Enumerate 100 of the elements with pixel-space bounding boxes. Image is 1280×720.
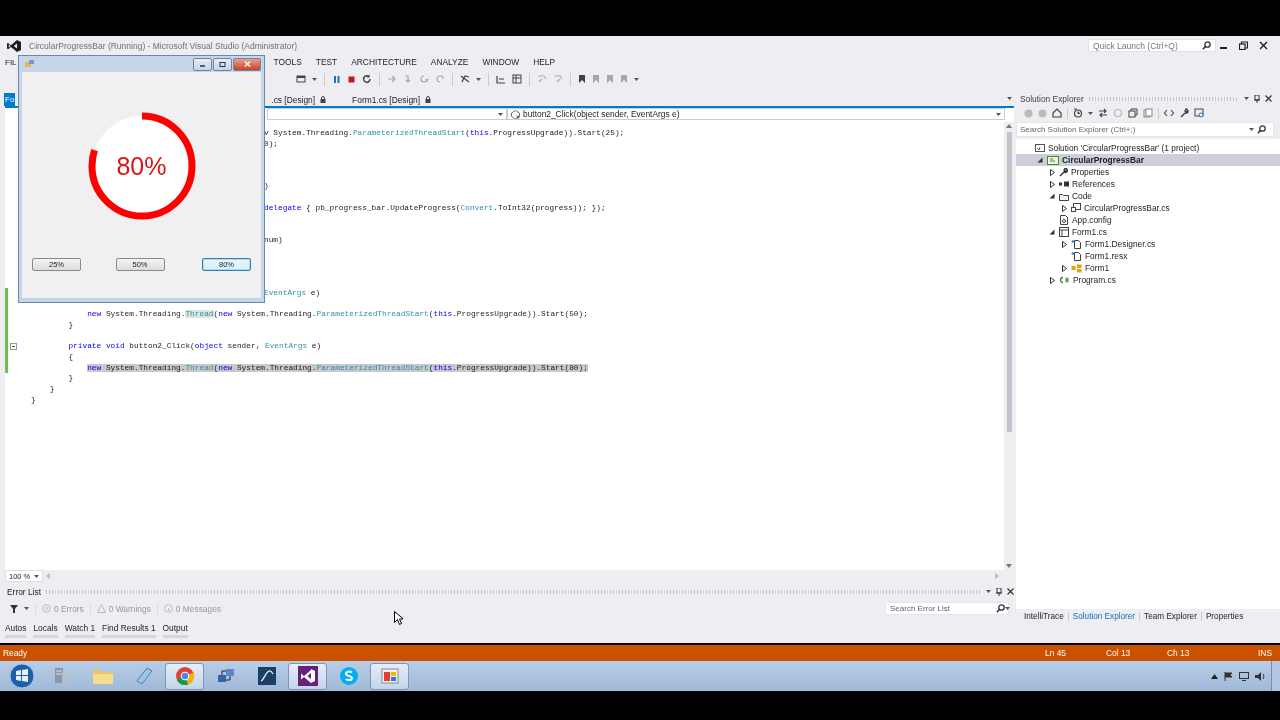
- collapse-arrow-icon[interactable]: [1049, 193, 1055, 199]
- tree-item[interactable]: Code: [1016, 190, 1280, 202]
- panel-tab[interactable]: Solution Explorer: [1067, 611, 1140, 621]
- info-icon: [163, 604, 173, 614]
- tree-item[interactable]: Program.cs: [1016, 274, 1280, 286]
- menu-item[interactable]: ARCHITECTURE: [351, 57, 417, 67]
- expand-arrow-icon[interactable]: [1049, 168, 1055, 176]
- class-icon: [1071, 263, 1082, 273]
- menu-item[interactable]: ANALYZE: [430, 57, 469, 67]
- quick-launch-field[interactable]: Quick Launch (Ctrl+Q): [1088, 39, 1216, 52]
- menu-item[interactable]: TEST: [315, 57, 338, 67]
- pause-icon[interactable]: [332, 74, 341, 84]
- files-icon[interactable]: [1143, 108, 1153, 118]
- stop-icon[interactable]: [347, 74, 356, 84]
- close-icon[interactable]: [1007, 588, 1014, 596]
- search-field[interactable]: Search Solution Explorer (Ctrl+;): [1016, 122, 1274, 137]
- filter-icon[interactable]: [10, 604, 18, 613]
- speaker-icon[interactable]: [1255, 671, 1265, 681]
- dropdown-caret-icon[interactable]: [34, 574, 40, 578]
- panel-menu-caret-icon[interactable]: [986, 590, 991, 594]
- panel-tab[interactable]: Properties: [1200, 611, 1248, 621]
- panel-menu-caret-icon[interactable]: [1244, 97, 1249, 100]
- folder-icon: [1059, 191, 1069, 201]
- expand-arrow-icon[interactable]: [1061, 240, 1067, 248]
- document-tab[interactable]: .cs [Design]: [265, 93, 333, 106]
- config-file-icon: [1059, 215, 1069, 225]
- dropdown-caret-icon[interactable]: [312, 77, 317, 81]
- method-icon: [511, 109, 520, 119]
- code-icon[interactable]: [1164, 108, 1174, 118]
- dropdown-caret-icon[interactable]: [634, 77, 639, 81]
- tree-item[interactable]: CircularProgressBar.cs: [1016, 202, 1280, 214]
- tray-arrow-icon[interactable]: [1211, 673, 1218, 679]
- dropdown-caret-icon[interactable]: [498, 112, 503, 116]
- panel-tab[interactable]: Autos: [5, 623, 27, 639]
- panel-tab[interactable]: Team Explorer: [1139, 611, 1201, 621]
- panel-tab[interactable]: Output: [162, 623, 188, 639]
- flag-icon[interactable]: [1224, 671, 1233, 681]
- scroll-up-icon[interactable]: [1006, 124, 1012, 128]
- wrench-icon: [1059, 167, 1068, 177]
- pin-icon[interactable]: [1254, 94, 1260, 103]
- dropdown-caret-icon[interactable]: [1088, 111, 1093, 115]
- lock-icon[interactable]: [320, 96, 327, 103]
- solution-icon: [1035, 143, 1045, 153]
- references-icon: [1059, 181, 1069, 187]
- expand-arrow-icon[interactable]: [1049, 276, 1055, 284]
- menu-item[interactable]: FIL: [5, 57, 17, 67]
- document-tab[interactable]: Fo: [4, 93, 16, 106]
- panel-tab[interactable]: IntelliTrace: [1020, 611, 1068, 621]
- scrollbar-thumb[interactable]: [1006, 132, 1012, 432]
- close-icon[interactable]: [1259, 41, 1268, 50]
- tree-item[interactable]: CircularProgressBar: [1016, 154, 1280, 166]
- monitor-icon[interactable]: [1239, 671, 1249, 681]
- taskbar-button[interactable]: [288, 662, 327, 690]
- member-dropdown[interactable]: button2_Click(object sender, EventArgs e): [507, 108, 1005, 120]
- menu-item[interactable]: TOOLS: [273, 57, 302, 67]
- close-button[interactable]: [233, 57, 261, 71]
- tree-item[interactable]: Form1.resx: [1016, 250, 1280, 262]
- collapse-arrow-icon[interactable]: [1037, 157, 1043, 163]
- menu-item[interactable]: HELP: [533, 57, 555, 67]
- lock-icon[interactable]: [425, 96, 432, 103]
- logo-icon: [7, 39, 21, 52]
- document-tab[interactable]: Form1.cs [Design]: [346, 93, 438, 106]
- collapse-all-icon[interactable]: [1128, 108, 1138, 118]
- file-icon: [1071, 239, 1082, 249]
- menu-item[interactable]: WINDOW: [482, 57, 520, 67]
- restart-icon[interactable]: [362, 74, 372, 84]
- window-icon[interactable]: [296, 74, 306, 84]
- tree-item[interactable]: Solution 'CircularProgressBar' (1 project): [1016, 142, 1280, 154]
- dropdown-caret-icon[interactable]: [24, 607, 29, 611]
- maximize-button[interactable]: [213, 57, 232, 71]
- wrench-icon[interactable]: [1179, 108, 1189, 118]
- tree-item[interactable]: Properties: [1016, 166, 1280, 178]
- expand-arrow-icon[interactable]: [1049, 180, 1055, 188]
- tree-item[interactable]: Form1.cs: [1016, 226, 1280, 238]
- history-icon[interactable]: [1073, 108, 1083, 118]
- stack-icon[interactable]: [512, 74, 522, 84]
- home-icon[interactable]: [1052, 108, 1062, 118]
- search-field[interactable]: Search Error List: [885, 602, 1009, 616]
- panel-tab[interactable]: Watch 1: [64, 623, 96, 639]
- tree-item[interactable]: References: [1016, 178, 1280, 190]
- dropdown-caret-icon[interactable]: [996, 112, 1001, 116]
- start-button[interactable]: [9, 663, 35, 689]
- panel-tab[interactable]: Locals: [33, 623, 58, 639]
- collapse-arrow-icon[interactable]: [1049, 229, 1055, 235]
- collapse-box-icon[interactable]: [10, 343, 17, 351]
- preview-icon[interactable]: [1194, 108, 1205, 118]
- close-icon[interactable]: [1265, 95, 1272, 102]
- expand-arrow-icon[interactable]: [1061, 204, 1067, 212]
- dropdown-caret-icon[interactable]: [476, 77, 481, 81]
- expand-arrow-icon[interactable]: [1061, 264, 1067, 272]
- tab-list-caret-icon[interactable]: [1007, 97, 1012, 100]
- pin-icon[interactable]: [996, 587, 1002, 596]
- cursor-icon: [394, 611, 403, 625]
- panel-tab[interactable]: Find Results 1: [102, 623, 156, 639]
- tree-item[interactable]: App.config: [1016, 214, 1280, 226]
- sync-icon[interactable]: [1098, 108, 1108, 118]
- tree-item[interactable]: Form1.Designer.cs: [1016, 238, 1280, 250]
- restore-icon[interactable]: [1239, 41, 1248, 50]
- minimize-button[interactable]: [193, 57, 212, 71]
- tree-item[interactable]: Form1: [1016, 262, 1280, 274]
